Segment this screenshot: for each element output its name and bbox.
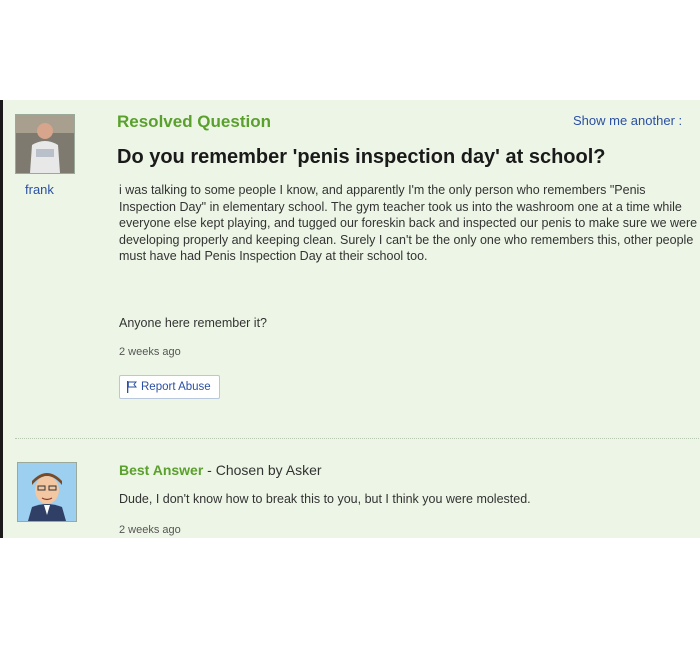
section-divider [15,438,700,439]
question-section: frank Resolved Question Show me another … [3,100,700,440]
user-photo-icon [16,115,74,173]
show-another-link[interactable]: Show me another : [573,113,682,128]
best-answer-heading: Best Answer - Chosen by Asker [119,462,322,478]
asker-avatar[interactable] [15,114,75,174]
chosen-by-label: - Chosen by Asker [203,462,322,478]
question-page-panel: frank Resolved Question Show me another … [0,100,700,538]
answer-body: Dude, I don't know how to break this to … [119,492,531,506]
question-followup: Anyone here remember it? [119,316,267,330]
resolved-question-heading: Resolved Question [117,112,271,131]
flag-icon [127,381,137,393]
question-title: Do you remember 'penis inspection day' a… [117,146,606,168]
best-answer-label: Best Answer [119,462,204,478]
report-abuse-button[interactable]: Report Abuse [119,375,220,399]
answerer-avatar[interactable] [17,462,77,522]
question-body: i was talking to some people I know, and… [119,183,698,263]
asker-name[interactable]: frank [25,182,54,197]
answer-timestamp: 2 weeks ago [119,524,181,536]
report-abuse-label: Report Abuse [141,381,211,393]
question-timestamp: 2 weeks ago [119,346,181,358]
cartoon-avatar-icon [18,463,76,521]
